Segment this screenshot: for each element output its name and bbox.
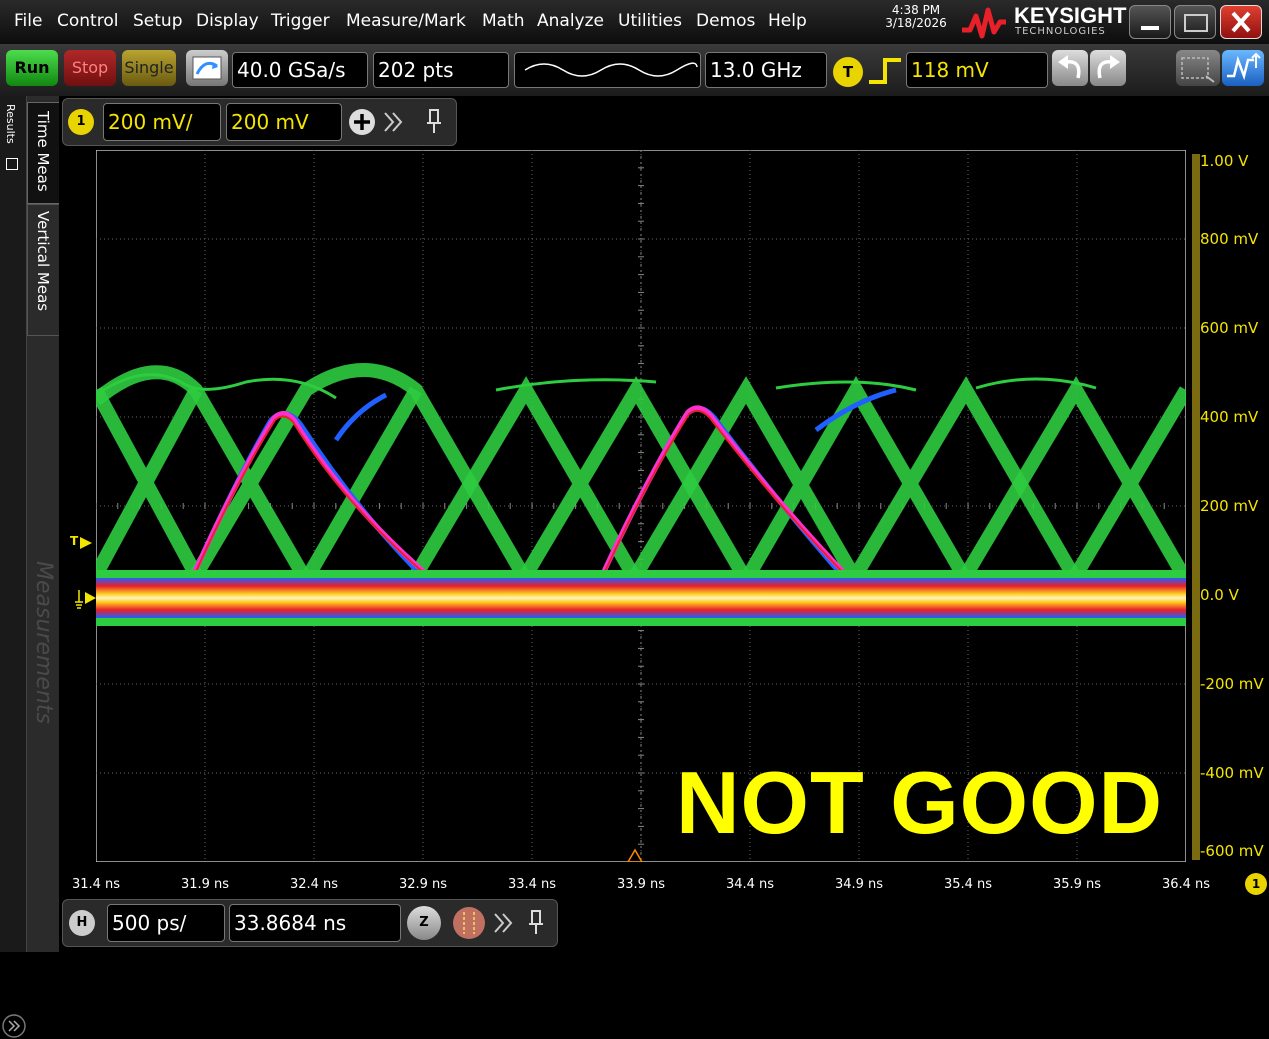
- menu-demos[interactable]: Demos: [696, 11, 755, 31]
- channel-1-badge[interactable]: 1: [68, 109, 94, 135]
- brand-name: KEYSIGHT: [1014, 3, 1127, 28]
- menu-measure-mark[interactable]: Measure/Mark: [346, 11, 466, 31]
- clock: 4:38 PM 3/18/2026: [876, 4, 956, 30]
- horizontal-toolbar: H 500 ps/ 33.8684 ns Z: [62, 899, 558, 947]
- measurements-watermark: Measurements: [31, 561, 56, 724]
- redo-icon: [1097, 55, 1120, 79]
- pin-icon[interactable]: [6, 158, 18, 170]
- channel-offset-field[interactable]: 200 mV: [226, 103, 342, 141]
- y-axis-label: 200 mV: [1200, 497, 1259, 515]
- menu-help[interactable]: Help: [768, 11, 807, 31]
- results-tab[interactable]: Results: [4, 104, 17, 144]
- minimize-button[interactable]: [1129, 5, 1171, 39]
- y-axis-label: 400 mV: [1200, 408, 1259, 426]
- stop-button[interactable]: Stop: [64, 50, 116, 86]
- menu-file[interactable]: File: [14, 11, 42, 31]
- menu-control[interactable]: Control: [57, 11, 118, 31]
- trigger-level-marker-icon[interactable]: [78, 534, 96, 552]
- waveform-icon: [1227, 52, 1261, 81]
- menu-trigger[interactable]: Trigger: [271, 11, 330, 31]
- zoom-select-icon: [1181, 57, 1215, 83]
- menu-setup[interactable]: Setup: [133, 11, 182, 31]
- cursor-markers-icon[interactable]: [452, 906, 486, 940]
- x-axis-label: 34.4 ns: [725, 877, 775, 892]
- waveform-mode-button[interactable]: [1222, 50, 1264, 86]
- results-sidebar: Results: [0, 96, 27, 1038]
- x-axis-label: 31.9 ns: [180, 877, 230, 892]
- channel-scale-field[interactable]: 200 mV/: [103, 103, 221, 141]
- trigger-level-field[interactable]: 118 mV: [906, 52, 1048, 88]
- x-axis-label: 32.9 ns: [398, 877, 448, 892]
- undo-button[interactable]: [1052, 50, 1088, 86]
- close-icon: [1231, 11, 1251, 33]
- x-axis-label: 33.4 ns: [507, 877, 557, 892]
- bandwidth-field[interactable]: 13.0 GHz: [705, 52, 827, 88]
- undo-icon: [1058, 55, 1081, 79]
- x-axis-label: 35.4 ns: [943, 877, 993, 892]
- x-axis-label: 36.4 ns: [1161, 877, 1211, 892]
- zoom-badge[interactable]: Z: [407, 906, 441, 940]
- menu-math[interactable]: Math: [482, 11, 525, 31]
- brand-sub: TECHNOLOGIES: [1015, 26, 1106, 37]
- acquisition-toolbar: Run Stop Single 40.0 GSa/s 202 pts 13.0 …: [0, 44, 1269, 96]
- vertical-meas-label: Vertical Meas: [34, 211, 52, 312]
- time-meas-tab[interactable]: Time Meas: [27, 102, 59, 204]
- close-button[interactable]: [1220, 5, 1262, 39]
- menu-analyze[interactable]: Analyze: [537, 11, 604, 31]
- y-axis-label: 0.0 V: [1200, 586, 1239, 604]
- memory-depth-field[interactable]: 202 pts: [373, 52, 509, 88]
- x-axis-label: 33.9 ns: [616, 877, 666, 892]
- x-axis-label: 34.9 ns: [834, 877, 884, 892]
- y-axis-label: 1.00 V: [1200, 152, 1249, 170]
- y-axis-label: -600 mV: [1200, 842, 1264, 860]
- restore-button[interactable]: [1174, 5, 1216, 39]
- channel-toolbar: 1 200 mV/ 200 mV: [62, 98, 457, 146]
- restore-icon: [1184, 14, 1208, 32]
- bandwidth-waveform-field[interactable]: [514, 52, 701, 88]
- x-axis-label: 32.4 ns: [289, 877, 339, 892]
- rising-edge-icon[interactable]: [866, 54, 904, 88]
- not-good-overlay: NOT GOOD: [676, 753, 1164, 852]
- zoom-select-button[interactable]: [1176, 50, 1220, 86]
- clock-date: 3/18/2026: [885, 16, 947, 30]
- add-channel-icon[interactable]: [347, 107, 377, 137]
- timebase-position-field[interactable]: 33.8684 ns: [229, 904, 401, 942]
- menu-display[interactable]: Display: [196, 11, 259, 31]
- menu-utilities[interactable]: Utilities: [618, 11, 682, 31]
- y-axis-label: 600 mV: [1200, 319, 1259, 337]
- trigger-level-marker[interactable]: T: [70, 534, 78, 548]
- expand-icon[interactable]: [1, 1013, 27, 1039]
- more-icon[interactable]: [491, 910, 517, 936]
- auto-scale-button[interactable]: [186, 50, 228, 86]
- time-meas-label: Time Meas: [34, 111, 52, 192]
- menu-bar: File Control Setup Display Trigger Measu…: [0, 0, 1269, 44]
- channel-1-axis-badge[interactable]: 1: [1245, 873, 1267, 895]
- y-axis-label: -200 mV: [1200, 675, 1264, 693]
- single-button[interactable]: Single: [122, 50, 176, 86]
- pin-icon[interactable]: [423, 107, 445, 135]
- timebase-scale-field[interactable]: 500 ps/: [107, 904, 225, 942]
- autoscale-icon: [192, 56, 222, 80]
- sine-wave-icon: [524, 62, 698, 77]
- sample-rate-field[interactable]: 40.0 GSa/s: [232, 52, 368, 88]
- run-button[interactable]: Run: [6, 50, 58, 86]
- vertical-meas-tab[interactable]: Vertical Meas: [27, 204, 59, 336]
- channel-ground-marker-icon[interactable]: [74, 588, 98, 616]
- minimize-icon: [1141, 26, 1159, 30]
- trigger-badge[interactable]: T: [833, 57, 863, 87]
- x-axis-label: 31.4 ns: [71, 877, 121, 892]
- keysight-logo-icon: [962, 7, 1006, 39]
- horizontal-badge[interactable]: H: [69, 910, 95, 936]
- pin-icon[interactable]: [525, 908, 547, 936]
- x-axis-label: 35.9 ns: [1052, 877, 1102, 892]
- channel-scale-bar: [1192, 154, 1200, 860]
- measurement-tabs: Time Meas Vertical Meas Measurements: [27, 96, 59, 952]
- more-icon[interactable]: [381, 109, 407, 135]
- y-axis-label: -400 mV: [1200, 764, 1264, 782]
- y-axis-label: 800 mV: [1200, 230, 1259, 248]
- redo-button[interactable]: [1090, 50, 1126, 86]
